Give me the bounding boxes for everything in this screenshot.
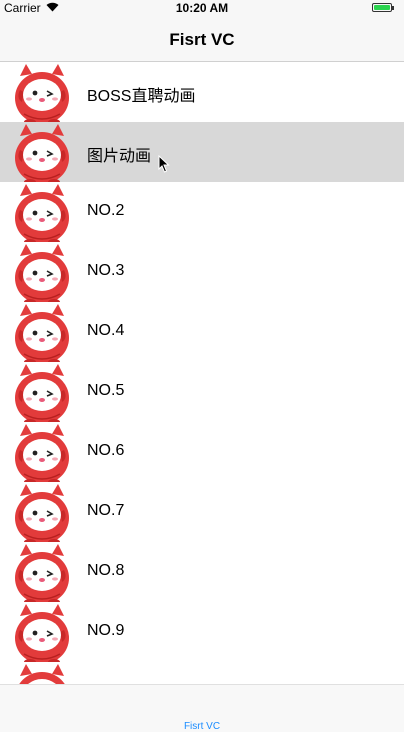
tab-first-vc[interactable]: Fisrt VC	[0, 721, 404, 732]
nav-title: Fisrt VC	[169, 30, 235, 49]
row-label: NO.2	[87, 202, 125, 219]
red-fluffy-mascot-icon	[12, 62, 72, 126]
table-row[interactable]: 图片动画	[0, 122, 404, 185]
row-label: NO.7	[87, 502, 125, 519]
red-fluffy-mascot-icon	[12, 302, 72, 366]
red-fluffy-mascot-icon	[12, 542, 72, 606]
table-row[interactable]: NO.4	[0, 302, 404, 365]
red-fluffy-mascot-icon	[12, 422, 72, 486]
table-row[interactable]	[0, 662, 404, 684]
table-row[interactable]: NO.6	[0, 422, 404, 485]
red-fluffy-mascot-icon	[12, 242, 72, 306]
red-fluffy-mascot-icon	[12, 122, 72, 186]
red-fluffy-mascot-icon	[12, 182, 72, 246]
table-row[interactable]: NO.3	[0, 242, 404, 305]
red-fluffy-mascot-icon	[12, 482, 72, 546]
table-view[interactable]: BOSS直聘动画 图片动画 NO.2 NO.3 NO.4 NO.5 NO.6 N…	[0, 62, 404, 684]
row-label: NO.8	[87, 562, 125, 579]
red-fluffy-mascot-icon	[12, 362, 72, 426]
red-fluffy-mascot-icon	[12, 602, 72, 666]
row-label: NO.9	[87, 622, 125, 639]
table-row[interactable]: NO.2	[0, 182, 404, 245]
status-bar: Carrier 10:20 AM	[0, 0, 404, 16]
table-row[interactable]: NO.7	[0, 482, 404, 545]
table-row[interactable]: BOSS直聘动画	[0, 62, 404, 125]
table-row[interactable]: NO.5	[0, 362, 404, 425]
row-label: 图片动画	[87, 148, 152, 165]
row-label: BOSS直聘动画	[87, 88, 196, 105]
red-fluffy-mascot-icon	[12, 662, 72, 684]
navigation-bar: Fisrt VC	[0, 16, 404, 62]
battery-icon	[372, 3, 394, 12]
row-label: NO.3	[87, 262, 125, 279]
row-label: NO.5	[87, 382, 125, 399]
row-label: NO.6	[87, 442, 125, 459]
status-time: 10:20 AM	[175, 1, 229, 15]
table-row[interactable]: NO.9	[0, 602, 404, 665]
row-label: NO.4	[87, 322, 125, 339]
tab-bar: Fisrt VC	[0, 684, 404, 732]
mouse-pointer-icon	[158, 155, 170, 173]
table-row[interactable]: NO.8	[0, 542, 404, 605]
